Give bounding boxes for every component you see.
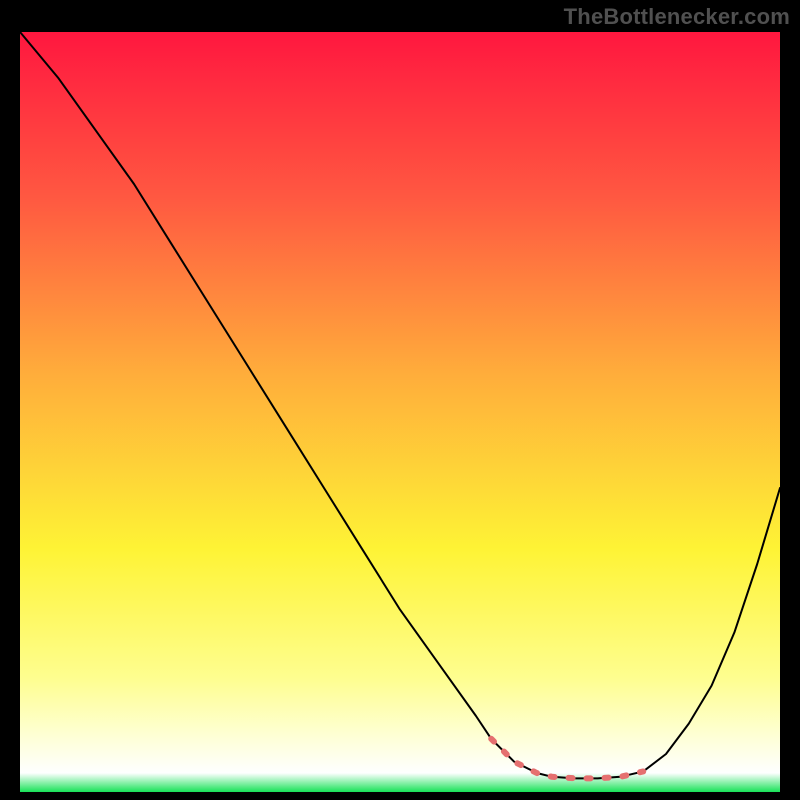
watermark-text: TheBottlenecker.com: [564, 4, 790, 30]
chart-container: TheBottlenecker.com: [0, 0, 800, 800]
chart-svg: [20, 32, 780, 792]
gradient-background: [20, 32, 780, 792]
plot-area: [20, 32, 780, 792]
